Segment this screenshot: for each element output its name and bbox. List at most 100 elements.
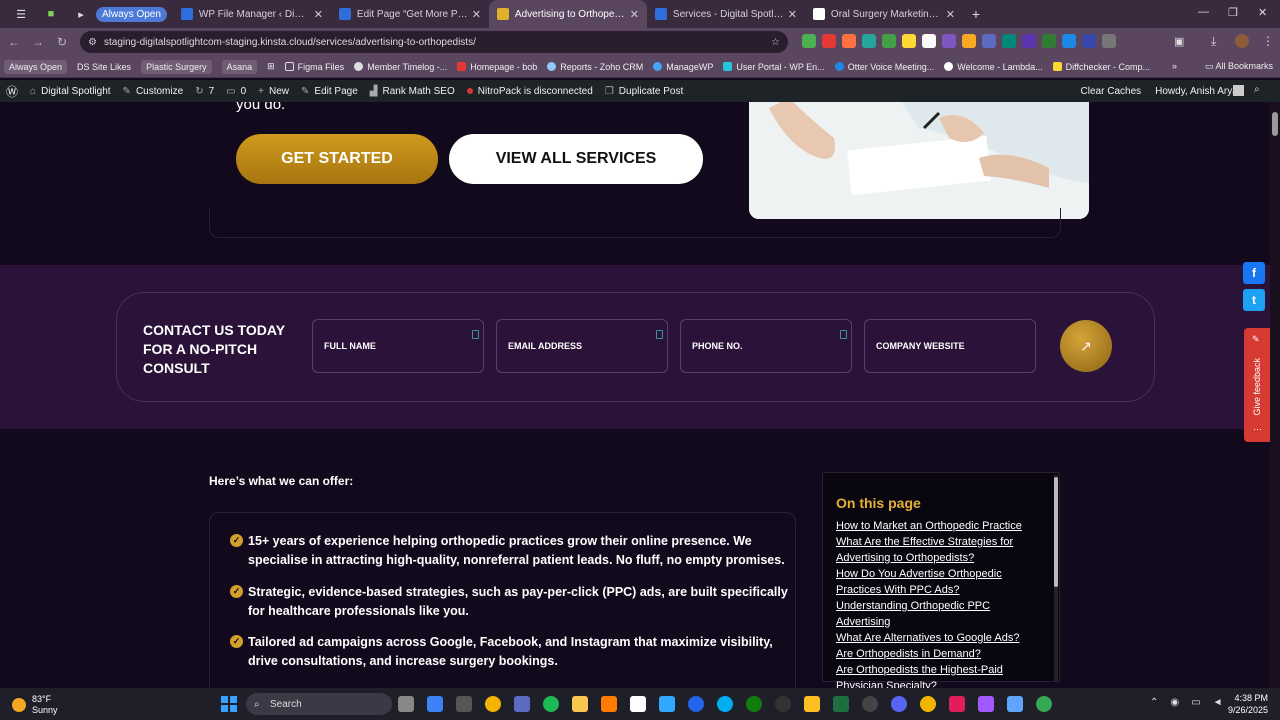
- adminbar-customize[interactable]: ✎ Customize: [123, 86, 184, 97]
- tab-advertising-orthopedists[interactable]: Advertising to Orthopedists, PP ✕: [488, 0, 647, 28]
- page-scrollbar-thumb[interactable]: [1272, 112, 1278, 136]
- submit-arrow-button[interactable]: ↗: [1060, 320, 1112, 372]
- tab-edit-page[interactable]: Edit Page “Get More Patients O ✕: [331, 0, 489, 28]
- tab-group-icon[interactable]: ▸: [74, 7, 88, 21]
- avatar[interactable]: [1235, 34, 1249, 48]
- close-icon[interactable]: ✕: [472, 8, 481, 21]
- wordpress-logo-icon[interactable]: Ⓦ: [6, 83, 18, 100]
- toc-link[interactable]: Understanding Orthopedic PPC Advertising: [836, 598, 1046, 630]
- bookmark-star-icon[interactable]: ☆: [771, 37, 780, 48]
- puzzle-icon[interactable]: [1102, 34, 1116, 48]
- notepad-icon[interactable]: [1007, 696, 1023, 712]
- give-feedback-tab[interactable]: ✎ Give feedback ⋯: [1244, 328, 1270, 442]
- task-view-icon[interactable]: [398, 696, 414, 712]
- all-bookmarks[interactable]: ▭ All Bookmarks: [1205, 61, 1273, 72]
- tab-wp-file-manager[interactable]: WP File Manager ‹ Digital Spotli ✕: [173, 0, 331, 28]
- illustrator-icon[interactable]: [601, 696, 617, 712]
- app-icon[interactable]: [514, 696, 530, 712]
- extension-icon[interactable]: [1082, 34, 1096, 48]
- close-window-icon[interactable]: ✕: [1258, 6, 1267, 19]
- taskbar-search[interactable]: ⌕ Search: [246, 693, 392, 715]
- extension-icon[interactable]: [862, 34, 876, 48]
- bookmark-figma-files[interactable]: Figma Files: [284, 62, 344, 72]
- minimize-icon[interactable]: —: [1198, 6, 1209, 18]
- full-name-field[interactable]: FULL NAME: [312, 319, 484, 373]
- bookmark-lambda[interactable]: Welcome - Lambda...: [944, 62, 1043, 72]
- adminbar-clear-caches[interactable]: Clear Caches: [1081, 86, 1142, 97]
- autofill-icon[interactable]: [656, 330, 663, 339]
- bookmark-ds-site-likes[interactable]: DS Site Likes: [77, 62, 131, 72]
- extension-icon[interactable]: [842, 34, 856, 48]
- search-icon[interactable]: ⌕: [1254, 84, 1260, 95]
- skype-icon[interactable]: [717, 696, 733, 712]
- download-icon[interactable]: ⤓: [1211, 34, 1216, 49]
- figma-icon[interactable]: [978, 696, 994, 712]
- toc-scrollbar-thumb[interactable]: [1054, 477, 1058, 587]
- spotify-icon[interactable]: [543, 696, 559, 712]
- close-icon[interactable]: ✕: [630, 8, 639, 21]
- address-bar[interactable]: ⚙ staging-digitalspotlightcom-staging.ki…: [80, 31, 788, 53]
- adminbar-new[interactable]: + New: [258, 86, 289, 97]
- volume-icon[interactable]: ◄: [1213, 697, 1223, 708]
- bookmark-zoho[interactable]: Reports - Zoho CRM: [547, 62, 643, 72]
- xbox-icon[interactable]: [746, 696, 762, 712]
- more-bookmarks-icon[interactable]: »: [1172, 61, 1177, 71]
- page-scrollbar[interactable]: [1270, 102, 1280, 688]
- get-started-button[interactable]: GET STARTED: [236, 134, 438, 184]
- display-icon[interactable]: ▭: [1191, 697, 1200, 708]
- slack-icon[interactable]: [949, 696, 965, 712]
- extension-icon[interactable]: [1002, 34, 1016, 48]
- adminbar-rank-math[interactable]: ▟ Rank Math SEO: [370, 86, 455, 97]
- extension-icon[interactable]: [1042, 34, 1056, 48]
- tab-group-always-open[interactable]: Always Open: [96, 6, 167, 22]
- windows-start-icon[interactable]: [221, 696, 237, 712]
- microphone-icon[interactable]: ◉: [1170, 697, 1179, 708]
- site-info-icon[interactable]: ⚙: [88, 37, 97, 48]
- company-website-field[interactable]: COMPANY WEBSITE: [864, 319, 1036, 373]
- bookmark-asana[interactable]: Asana: [221, 59, 258, 74]
- adminbar-site[interactable]: ⌂ Digital Spotlight: [30, 86, 111, 97]
- bookmark-diffchecker[interactable]: Diffchecker - Comp...: [1052, 62, 1150, 72]
- extension-icon[interactable]: [882, 34, 896, 48]
- capcut-icon[interactable]: [630, 696, 646, 712]
- chrome-icon[interactable]: [485, 696, 501, 712]
- chevron-up-icon[interactable]: ⌃: [1150, 697, 1158, 708]
- email-field[interactable]: EMAIL ADDRESS: [496, 319, 668, 373]
- adminbar-updates[interactable]: ↻ 7: [195, 86, 214, 97]
- extension-icon[interactable]: [902, 34, 916, 48]
- bookmark-user-portal[interactable]: User Portal - WP En...: [723, 62, 825, 72]
- sticky-notes-icon[interactable]: [804, 696, 820, 712]
- extension-icon[interactable]: ■: [44, 7, 58, 21]
- extension-icon[interactable]: [1022, 34, 1036, 48]
- toc-link[interactable]: What Are Alternatives to Google Ads?: [836, 630, 1046, 646]
- extension-icon[interactable]: [822, 34, 836, 48]
- autofill-icon[interactable]: [840, 330, 847, 339]
- phone-field[interactable]: PHONE NO.: [680, 319, 852, 373]
- extension-icon[interactable]: [802, 34, 816, 48]
- forward-icon[interactable]: →: [26, 35, 50, 49]
- sidebar-icon[interactable]: ☰: [14, 7, 28, 21]
- autofill-icon[interactable]: [472, 330, 479, 339]
- extension-icon[interactable]: [942, 34, 956, 48]
- view-all-services-button[interactable]: VIEW ALL SERVICES: [449, 134, 703, 184]
- menu-icon[interactable]: ⋮: [1262, 34, 1274, 48]
- toc-link[interactable]: How Do You Advertise Orthopedic Practice…: [836, 566, 1046, 598]
- bookmark-managewp[interactable]: ManageWP: [653, 62, 713, 72]
- bookmark-otter[interactable]: Otter Voice Meeting...: [834, 62, 934, 72]
- extension-icon[interactable]: [1062, 34, 1076, 48]
- toc-link[interactable]: What Are the Effective Strategies for Ad…: [836, 534, 1046, 566]
- twitter-icon[interactable]: t: [1243, 289, 1265, 311]
- adminbar-duplicate-post[interactable]: ❐ Duplicate Post: [605, 86, 683, 97]
- photoshop-icon[interactable]: [659, 696, 675, 712]
- toc-link[interactable]: Are Orthopedists in Demand?: [836, 646, 1046, 662]
- sidebar-panel-icon[interactable]: ▣: [1174, 35, 1184, 48]
- calculator-icon[interactable]: [456, 696, 472, 712]
- back-icon[interactable]: ←: [2, 35, 26, 49]
- tab-oral-surgery[interactable]: Oral Surgery Marketing Agency ✕: [805, 0, 963, 28]
- bookmark-plastic-surgery[interactable]: Plastic Surgery: [141, 59, 212, 74]
- discord-icon[interactable]: [891, 696, 907, 712]
- admin-avatar[interactable]: [1233, 85, 1244, 96]
- extension-icon[interactable]: [962, 34, 976, 48]
- bookmark-always-open[interactable]: Always Open: [4, 59, 68, 74]
- apps-grid-icon[interactable]: ⊞: [267, 61, 275, 72]
